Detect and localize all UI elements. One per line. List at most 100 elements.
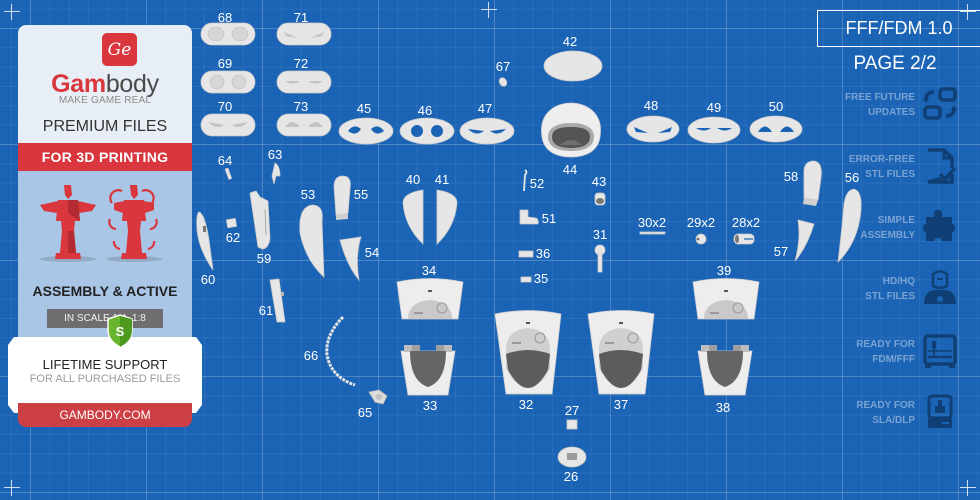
part-70-shape [200, 113, 256, 137]
part-62-shape [226, 218, 238, 228]
part-label: 39 [716, 263, 732, 278]
part-label: 29x2 [686, 215, 716, 230]
part-label: 67 [495, 59, 511, 74]
part-label: 27 [564, 403, 580, 418]
part-51-shape [519, 209, 539, 225]
puzzle-icon [923, 210, 955, 241]
part-label: 50 [768, 99, 784, 114]
part-29-shape [695, 233, 707, 245]
part-label: 60 [200, 272, 216, 287]
part-label: 38 [715, 400, 731, 415]
feature-line2: FDM/FFF [872, 354, 915, 365]
brand-name-part2: body [105, 70, 159, 98]
print-banner: FOR 3D PRINTING [18, 143, 192, 171]
shield-letter: S [116, 324, 125, 339]
part-48-shape [626, 115, 680, 143]
part-66-shape [325, 315, 356, 387]
support-subtitle: FOR ALL PURCHASED FILES [29, 373, 181, 385]
part-label: 51 [541, 211, 557, 226]
part-label: 36 [535, 246, 551, 261]
part-32-shape [494, 310, 562, 395]
part-label: 54 [364, 245, 380, 260]
feature-line2: UPDATES [867, 107, 915, 118]
part-57-shape [794, 219, 815, 262]
part-71-shape [276, 22, 332, 46]
part-67-shape [498, 77, 508, 87]
page-indicator: PAGE 2/2 [853, 53, 937, 74]
crosshair-mark [4, 480, 20, 496]
part-label: 52 [529, 176, 545, 191]
figure-bust-icon [924, 270, 956, 304]
website-link[interactable]: GAMBODY.COM [18, 403, 192, 427]
crosshair-mark [960, 480, 976, 496]
part-68-shape [200, 22, 256, 46]
part-label: 66 [303, 348, 319, 363]
part-label: 42 [562, 34, 578, 49]
part-34-shape [396, 278, 464, 320]
part-43-shape [594, 192, 606, 206]
part-42-shape [543, 50, 603, 82]
part-26-shape [557, 446, 587, 468]
feature-line1: READY FOR [856, 339, 915, 350]
scale-badge: IN SCALE 1:4, 1:8 [47, 309, 163, 328]
part-label: 57 [773, 244, 789, 259]
part-label: 58 [783, 169, 799, 184]
feature-fdm-ready: READY FOR FDM/FFF [820, 331, 970, 381]
update-arrows-icon [923, 87, 957, 120]
part-72-shape [276, 70, 332, 94]
part-label: 70 [217, 99, 233, 114]
part-33-shape [400, 345, 456, 396]
part-69-shape [200, 70, 256, 94]
feature-hd-stl: HD/HQ STL FILES [820, 268, 970, 318]
part-47-shape [459, 117, 515, 145]
part-60-shape [196, 211, 214, 271]
part-label: 46 [417, 103, 433, 118]
part-30-shape [639, 231, 666, 235]
part-31-shape [594, 244, 606, 273]
part-53-shape [299, 204, 325, 278]
part-label: 63 [267, 147, 283, 162]
part-58-shape [803, 160, 822, 206]
premium-files-label: PREMIUM FILES [42, 118, 168, 135]
part-54-shape [339, 236, 362, 282]
assembly-label: ASSEMBLY & ACTIVE [32, 283, 178, 299]
crosshair-mark [481, 2, 497, 18]
shield-icon: S [107, 314, 133, 348]
sla-printer-icon [927, 394, 953, 428]
part-28-shape [733, 233, 755, 245]
feature-free-updates: FREE FUTURE UPDATES [820, 84, 970, 134]
part-35-shape [520, 276, 532, 283]
file-check-icon [927, 148, 957, 184]
part-65-shape [368, 389, 388, 405]
part-27-shape [566, 419, 578, 430]
part-59-shape [249, 190, 271, 250]
feature-sla-ready: READY FOR SLA/DLP [820, 392, 970, 442]
part-label: 69 [217, 56, 233, 71]
promo-panel: Gambody MAKE GAME REAL PREMIUM FILES FOR… [8, 25, 202, 427]
feature-line1: HD/HQ [882, 276, 915, 287]
part-label: 68 [217, 10, 233, 25]
part-label: 31 [592, 227, 608, 242]
part-label: 72 [293, 56, 309, 71]
part-50-shape [749, 115, 803, 143]
part-label: 53 [300, 187, 316, 202]
crosshair-mark [4, 4, 20, 20]
part-label: 32 [518, 397, 534, 412]
part-label: 40 [405, 172, 421, 187]
part-49-shape [687, 116, 741, 144]
part-label: 26 [563, 469, 579, 484]
brand-tagline: MAKE GAME REAL [58, 95, 152, 106]
part-label: 47 [477, 101, 493, 116]
part-73-shape [276, 113, 332, 137]
part-46-shape [399, 117, 455, 145]
part-55-shape [333, 175, 351, 220]
part-label: 44 [562, 162, 578, 177]
fdm-printer-icon [923, 334, 957, 368]
assembly-figures-icon [40, 185, 162, 262]
part-label: 37 [613, 397, 629, 412]
support-title: LIFETIME SUPPORT [42, 357, 168, 372]
part-label: 48 [643, 98, 659, 113]
part-label: 49 [706, 100, 722, 115]
part-label: 56 [844, 170, 860, 185]
part-label: 59 [256, 251, 272, 266]
